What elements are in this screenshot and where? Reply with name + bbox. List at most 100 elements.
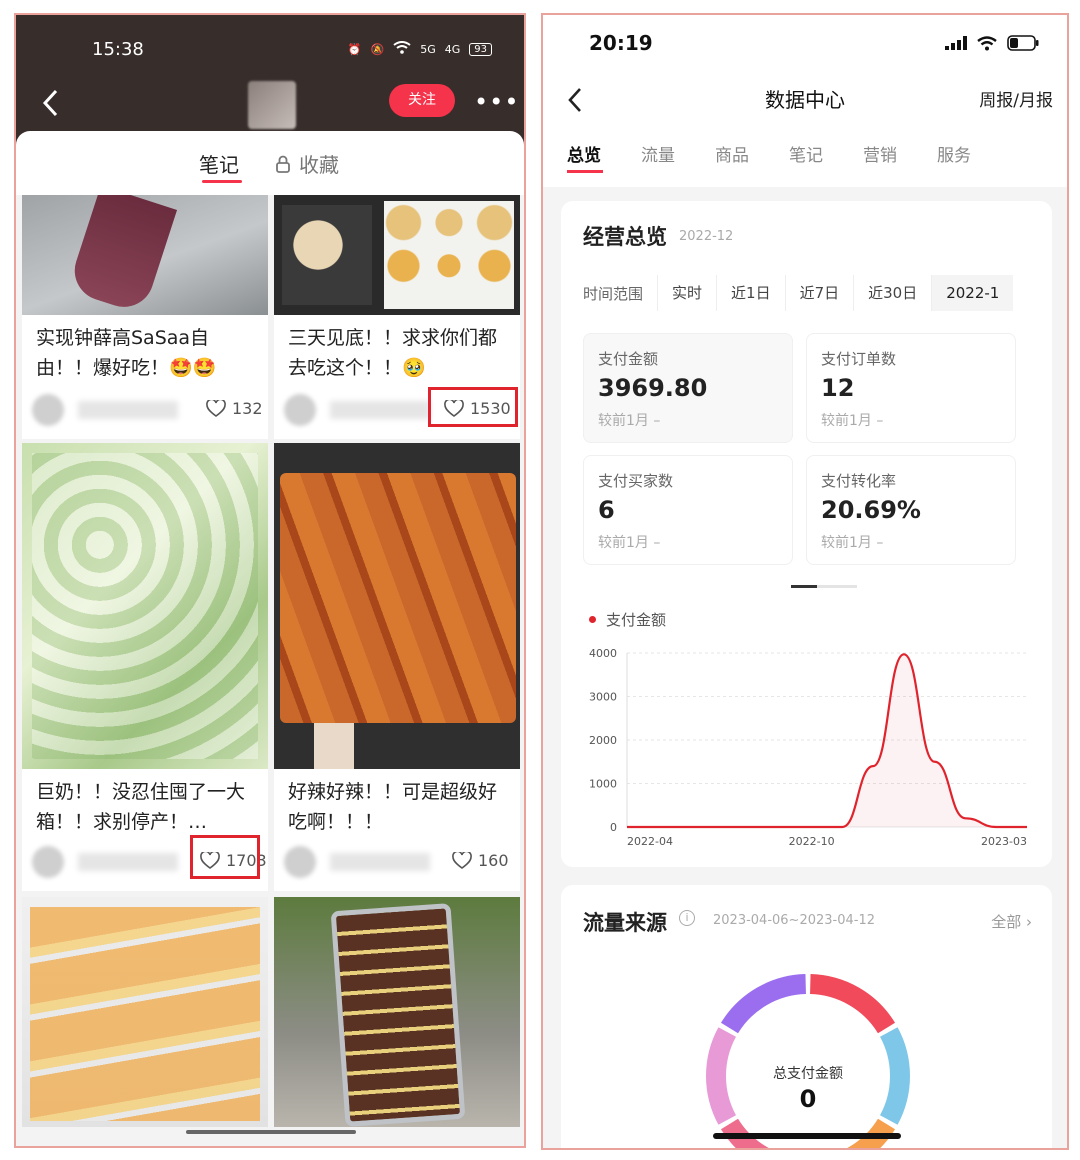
traffic-all-link[interactable]: 全部 › <box>991 911 1032 932</box>
note-likes-count: 160 <box>478 851 509 870</box>
data-tabs: 总览 流量 商品 笔记 营销 服务 <box>567 141 971 166</box>
heart-icon <box>206 399 226 417</box>
note-title: 巨奶！！没忍住囤了一大箱！！求别停产！… <box>36 781 246 833</box>
x-tick-label: 2023-03 <box>981 835 1027 848</box>
legend-label: 支付金额 <box>606 611 667 629</box>
kpi-value: 12 <box>821 374 855 402</box>
range-option-7d[interactable]: 近7日 <box>784 275 854 311</box>
highlight-box <box>428 387 518 427</box>
note-image <box>22 195 268 315</box>
xiaohongshu-profile-screen: 15:38 ⏰ 🔕 5G 4G 93 关注 ••• 笔记 收藏 实现钟薛高SaS… <box>14 13 526 1148</box>
range-option-month[interactable]: 2022-1 <box>931 275 1014 311</box>
note-card[interactable]: 实现钟薛高SaSaa自由！！爆好吃！🤩🤩 132 <box>22 195 268 439</box>
status-time: 20:19 <box>589 31 653 55</box>
note-card[interactable]: 三天见底！！求求你们都去吃这个！！🥹 1530 <box>274 195 520 439</box>
battery-icon <box>1007 35 1039 51</box>
tab-traffic[interactable]: 流量 <box>641 141 675 166</box>
profile-tabs: 笔记 收藏 <box>16 131 524 195</box>
range-option-realtime[interactable]: 实时 <box>657 275 716 311</box>
follow-button[interactable]: 关注 <box>389 84 455 117</box>
signal-icon <box>945 36 967 50</box>
traffic-range: 2023-04-06~2023-04-12 <box>713 913 875 928</box>
note-likes-count: 132 <box>232 399 263 418</box>
tab-overview[interactable]: 总览 <box>567 141 601 166</box>
tab-notes[interactable]: 笔记 <box>199 149 239 178</box>
tab-products[interactable]: 商品 <box>715 141 749 166</box>
donut-segment <box>720 974 807 1034</box>
x-tick-label: 2022-04 <box>627 835 673 848</box>
profile-avatar[interactable] <box>248 81 296 129</box>
donut-label: 总支付金额 <box>773 1066 843 1082</box>
kpi-card-amount[interactable]: 支付金额 3969.80 较前1月 – <box>583 333 793 443</box>
note-author[interactable] <box>32 393 182 427</box>
note-author[interactable] <box>32 845 182 879</box>
status-icons <box>945 35 1039 51</box>
time-range-label: 时间范围 <box>583 284 644 303</box>
chart-legend: 支付金额 <box>589 609 666 630</box>
tab-service[interactable]: 服务 <box>937 141 971 166</box>
range-option-30d[interactable]: 近30日 <box>853 275 931 311</box>
note-card[interactable] <box>22 897 268 1127</box>
more-icon[interactable]: ••• <box>474 88 519 116</box>
info-icon[interactable]: i <box>679 910 695 926</box>
overview-panel: 经营总览 2022-12 时间范围 实时 近1日 近7日 近30日 2022-1… <box>561 201 1052 867</box>
overview-title: 经营总览 <box>583 225 667 249</box>
lock-icon <box>276 155 290 173</box>
kpi-card-buyers[interactable]: 支付买家数 6 较前1月 – <box>583 455 793 565</box>
tab-active-indicator <box>567 170 603 173</box>
series-line <box>627 653 1027 829</box>
y-tick-label: 4000 <box>589 647 617 660</box>
y-tick-label: 1000 <box>589 778 617 791</box>
kpi-label: 支付订单数 <box>821 350 897 368</box>
x-tick-label: 2022-10 <box>789 835 835 848</box>
note-author[interactable] <box>284 393 434 427</box>
traffic-donut-chart <box>706 974 910 1148</box>
home-indicator <box>713 1133 901 1139</box>
mute-icon: 🔕 <box>370 42 385 56</box>
signal-5g: 5G <box>420 42 436 56</box>
tab-marketing[interactable]: 营销 <box>863 141 897 166</box>
back-chevron-icon[interactable] <box>40 83 62 123</box>
kpi-value: 6 <box>598 496 615 524</box>
y-tick-label: 0 <box>610 821 617 834</box>
note-image <box>22 443 268 769</box>
kpi-value: 3969.80 <box>598 374 708 402</box>
y-tick-label: 3000 <box>589 691 617 704</box>
note-title: 好辣好辣！！可是超级好吃啊！！！ <box>288 781 498 833</box>
overview-date: 2022-12 <box>679 229 734 244</box>
note-image <box>22 897 268 1127</box>
note-image <box>274 897 520 1127</box>
note-image <box>274 195 520 315</box>
kpi-card-conversion[interactable]: 支付转化率 20.69% 较前1月 – <box>806 455 1016 565</box>
tab-notes[interactable]: 笔记 <box>789 141 823 166</box>
battery-icon: 93 <box>469 42 492 56</box>
note-card[interactable]: 巨奶！！没忍住囤了一大箱！！求别停产！… 1703 <box>22 443 268 891</box>
data-center-header: 20:19 数据中心 周报/月报 总览 流量 商品 笔记 营销 服务 <box>543 15 1067 187</box>
status-icons: ⏰ 🔕 5G 4G 93 <box>348 41 492 57</box>
range-option-1d[interactable]: 近1日 <box>716 275 785 311</box>
kpi-compare: 较前1月 – <box>598 413 661 429</box>
note-title: 实现钟薛高SaSaa自由！！爆好吃！🤩🤩 <box>36 327 217 379</box>
y-tick-label: 2000 <box>589 734 617 747</box>
home-indicator <box>186 1130 356 1134</box>
report-link[interactable]: 周报/月报 <box>979 86 1053 111</box>
note-likes[interactable]: 132 <box>206 399 263 418</box>
note-card[interactable]: 好辣好辣！！可是超级好吃啊！！！ 160 <box>274 443 520 891</box>
data-center-screen: 20:19 数据中心 周报/月报 总览 流量 商品 笔记 营销 服务 经营总览 … <box>541 13 1069 1150</box>
kpi-label: 支付金额 <box>598 350 659 368</box>
time-range-selector: 时间范围 实时 近1日 近7日 近30日 2022-1 <box>583 275 1053 311</box>
chevron-right-icon: › <box>1026 913 1032 931</box>
tab-favorites[interactable]: 收藏 <box>275 149 339 178</box>
donut-segment <box>809 974 896 1034</box>
note-likes[interactable]: 160 <box>452 851 509 870</box>
tab-active-indicator <box>202 180 242 183</box>
legend-dot <box>589 616 596 623</box>
payment-amount-chart: 0 1000 2000 3000 4000 2022-04 2022-10 2023-03 <box>589 647 1028 848</box>
wifi-icon <box>393 41 411 57</box>
tab-favorites-label: 收藏 <box>299 153 339 177</box>
kpi-card-orders[interactable]: 支付订单数 12 较前1月 – <box>806 333 1016 443</box>
traffic-source-panel: 流量来源 i 2023-04-06~2023-04-12 全部 › 总支付金额 … <box>561 885 1052 1148</box>
note-card[interactable] <box>274 897 520 1127</box>
donut-value: 0 <box>799 1085 817 1113</box>
note-author[interactable] <box>284 845 434 879</box>
